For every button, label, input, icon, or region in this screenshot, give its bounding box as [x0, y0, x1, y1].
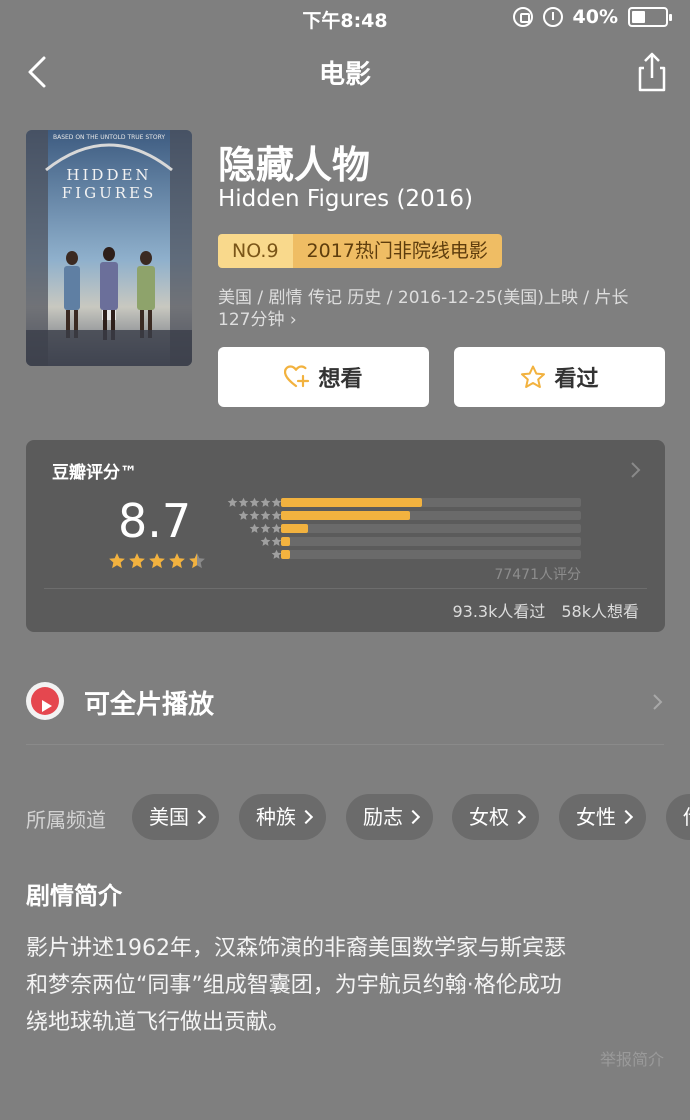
small-star-icon	[249, 497, 260, 507]
synopsis-line: 和梦奈两位“同事”组成智囊团，为宇航员约翰·格伦成功	[26, 973, 562, 998]
channel-tag[interactable]: 女性	[559, 794, 646, 840]
movie-title-en: Hidden Figures (2016)	[218, 186, 473, 212]
distribution-stars	[212, 497, 282, 508]
battery-icon	[628, 7, 672, 27]
seen-want-counts: 93.3k人看过 58k人想看	[452, 598, 639, 622]
small-star-icon	[260, 510, 271, 520]
distribution-bar-track	[281, 550, 581, 559]
want-to-watch-button[interactable]: 想看	[218, 347, 429, 407]
seen-count: 93.3k人看过	[452, 602, 546, 621]
distribution-stars	[212, 549, 282, 560]
distribution-stars	[212, 510, 282, 521]
channel-tag[interactable]: 传	[666, 794, 690, 840]
want-count: 58k人想看	[561, 602, 639, 621]
raters-count: 77471人评分	[494, 567, 581, 583]
report-synopsis-link[interactable]: 举报简介	[600, 1046, 664, 1070]
play-full-movie-row[interactable]: 可全片播放	[26, 672, 665, 732]
distribution-stars	[212, 523, 282, 534]
small-star-icon	[227, 497, 238, 507]
distribution-bar	[281, 537, 290, 546]
distribution-bar-track	[281, 498, 581, 507]
movie-poster[interactable]: BASED ON THE UNTOLD TRUE STORY HIDDEN FI…	[26, 130, 192, 366]
want-label: 想看	[318, 367, 363, 392]
distribution-bar	[281, 511, 410, 520]
play-icon	[26, 682, 64, 720]
channel-tag[interactable]: 励志	[346, 794, 433, 840]
channel-tag[interactable]: 美国	[132, 794, 219, 840]
watched-button[interactable]: 看过	[454, 347, 665, 407]
distribution-bar-track	[281, 511, 581, 520]
page-title: 电影	[318, 60, 371, 90]
alarm-icon	[542, 7, 563, 27]
channels-row: 所属频道 美国 种族 励志 女权 女性 传	[26, 794, 690, 840]
rating-stars	[108, 552, 206, 570]
heart-plus-icon	[284, 365, 310, 388]
rating-score: 8.7	[118, 494, 192, 548]
distribution-row	[212, 535, 592, 548]
rating-star-icon	[149, 553, 165, 569]
rating-star-icon	[129, 553, 145, 569]
battery-level	[632, 11, 645, 23]
rank-badge[interactable]: NO.9 2017热门非院线电影	[218, 234, 502, 268]
channel-tag[interactable]: 女权	[452, 794, 539, 840]
rating-star-icon	[109, 553, 125, 569]
rating-card[interactable]: 豆瓣评分™ 8.7 77471人评分 93.3k人看过 58k人想看	[26, 440, 665, 632]
distribution-row	[212, 548, 592, 561]
small-star-icon	[249, 510, 260, 520]
small-star-icon	[238, 497, 249, 507]
distribution-bar	[281, 550, 290, 559]
poster-title-line2: FIGURES	[61, 184, 157, 202]
status-indicators: 40%	[512, 6, 672, 28]
synopsis-line: 绕地球轨道飞行做出贡献。	[26, 1010, 291, 1035]
status-bar: 下午8:48 40%	[0, 0, 690, 36]
small-star-icon	[238, 510, 249, 520]
rating-star-icon	[169, 553, 185, 569]
battery-percent: 40%	[572, 6, 618, 28]
small-star-icon	[249, 523, 260, 533]
synopsis-title: 剧情简介	[26, 882, 122, 910]
synopsis-line: 影片讲述1962年，汉森饰演的非裔美国数学家与斯宾瑟	[26, 936, 566, 961]
rotation-lock-icon	[512, 7, 533, 27]
distribution-bar-track	[281, 537, 581, 546]
rating-distribution	[212, 496, 592, 561]
rank-number: NO.9	[218, 234, 293, 268]
section-divider	[26, 744, 664, 745]
distribution-bar	[281, 524, 308, 533]
rating-star-icon	[189, 553, 205, 569]
channels-label: 所属频道	[26, 808, 106, 832]
rating-label: 豆瓣评分™	[52, 463, 137, 483]
play-label: 可全片播放	[84, 690, 215, 720]
poster-title-line1: HIDDEN	[66, 166, 152, 184]
distribution-row	[212, 522, 592, 535]
synopsis-text: 影片讲述1962年，汉森饰演的非裔美国数学家与斯宾瑟 和梦奈两位“同事”组成智囊…	[26, 930, 674, 1041]
distribution-bar	[281, 498, 422, 507]
rank-list-name: 2017热门非院线电影	[292, 234, 502, 268]
rating-divider	[44, 588, 647, 589]
seen-label: 看过	[554, 367, 599, 392]
distribution-bar-track	[281, 524, 581, 533]
chevron-right-icon	[631, 462, 641, 478]
share-button[interactable]	[632, 48, 672, 94]
meta-line-2: 127分钟 ›	[218, 310, 297, 330]
small-star-icon	[260, 497, 271, 507]
distribution-row	[212, 509, 592, 522]
small-star-icon	[260, 536, 271, 546]
movie-meta[interactable]: 美国 / 剧情 传记 历史 / 2016-12-25(美国)上映 / 片长 12…	[218, 287, 668, 331]
poster-tagline: BASED ON THE UNTOLD TRUE STORY	[52, 134, 166, 141]
nav-bar: 电影	[0, 40, 690, 104]
share-icon	[638, 52, 666, 92]
distribution-stars	[212, 536, 282, 547]
meta-line-1: 美国 / 剧情 传记 历史 / 2016-12-25(美国)上映 / 片长	[218, 288, 629, 308]
movie-title-cn: 隐藏人物	[218, 143, 371, 187]
channel-tag[interactable]: 种族	[239, 794, 326, 840]
chevron-right-icon	[653, 694, 663, 710]
star-outline-icon	[521, 365, 546, 388]
movie-detail-screen: 下午8:48 40% 电影 BASED ON THE UNTOLD TRUE S…	[0, 0, 690, 1120]
small-star-icon	[260, 523, 271, 533]
distribution-row	[212, 496, 592, 509]
